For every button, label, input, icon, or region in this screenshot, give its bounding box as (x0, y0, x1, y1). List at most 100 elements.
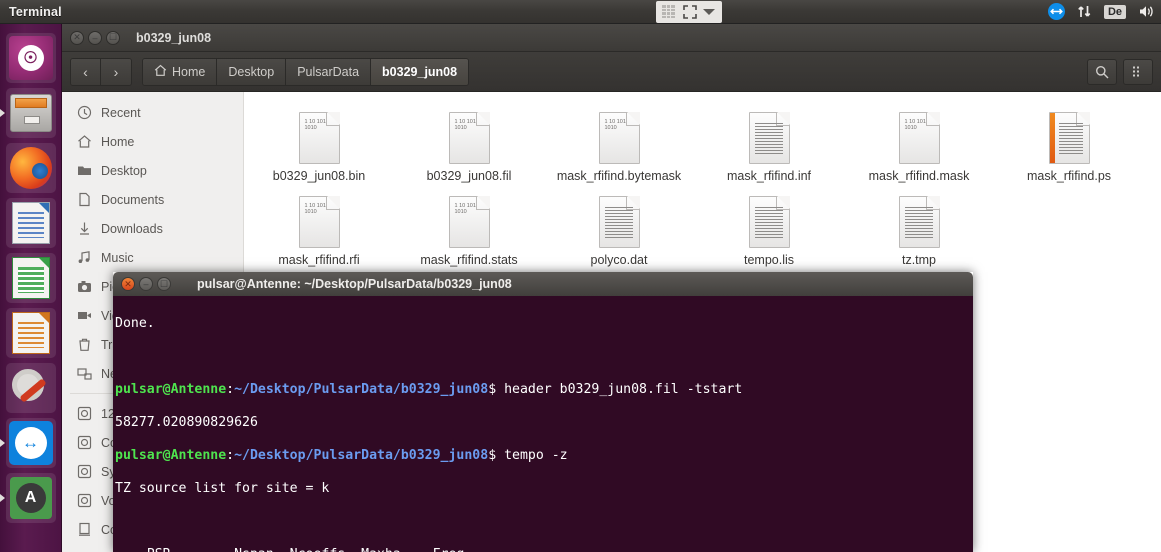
sidebar-item-desktop[interactable]: Desktop (62, 156, 243, 185)
binary-file-icon: 1 10 101 1010 (298, 112, 340, 164)
file-name-label: b0329_jun08.bin (272, 169, 366, 183)
file-item[interactable]: 1 10 101 1010 mask_rfifind.bytemask (544, 102, 694, 186)
video-icon (76, 308, 92, 323)
files-icon (9, 94, 52, 132)
launcher-item-files[interactable] (5, 88, 56, 138)
launcher-item-teamviewer[interactable]: ↔ (5, 418, 56, 468)
window-controls-group[interactable] (655, 0, 722, 23)
terminal-line: 58277.020890829626 (115, 414, 258, 430)
file-item[interactable]: 1 10 101 1010 mask_rfifind.rfi (244, 186, 394, 270)
terminal-line-prompt: pulsar@Antenne:~/Desktop/PulsarData/b032… (115, 381, 743, 397)
breadcrumb-label: Desktop (228, 64, 275, 79)
ubuntu-logo-icon: ☉ (8, 36, 53, 80)
search-icon[interactable] (1087, 58, 1117, 85)
disk-icon (76, 493, 92, 508)
file-item[interactable]: mask_rfifind.ps (994, 102, 1144, 186)
volume-icon[interactable] (1132, 0, 1161, 24)
launcher-item-libreoffice-draw[interactable] (5, 198, 56, 248)
sidebar-item-label: Music (101, 250, 134, 265)
launcher-item-libreoffice-calc[interactable] (5, 253, 56, 303)
close-icon[interactable]: ✕ (121, 277, 135, 291)
sidebar-item-music[interactable]: Music (62, 243, 243, 272)
maximize-icon[interactable]: ☐ (106, 30, 120, 45)
breadcrumb: Home Desktop PulsarData b0329_jun08 (142, 57, 470, 86)
firefox-icon (9, 147, 52, 189)
sidebar-item-documents[interactable]: Documents (62, 185, 243, 214)
home-icon (154, 64, 167, 80)
navigation-buttons: ‹ › (70, 57, 132, 86)
sidebar-item-recent[interactable]: Recent (62, 98, 243, 127)
sidebar-item-label: Downloads (101, 221, 163, 236)
chevron-down-icon[interactable] (702, 8, 715, 15)
breadcrumb-item-home[interactable]: Home (143, 58, 218, 85)
file-name-label: mask_rfifind.rfi (278, 253, 360, 267)
file-item[interactable]: polyco.dat (544, 186, 694, 270)
breadcrumb-item-b0329-jun08[interactable]: b0329_jun08 (371, 58, 469, 85)
file-item[interactable]: tempo.lis (694, 186, 844, 270)
launcher-item-libreoffice-impress[interactable] (5, 308, 56, 358)
screen: Terminal De ☉ ↔ A ✕ – ☐ b0329_jun08 ‹ › … (0, 0, 1161, 552)
close-icon[interactable]: ✕ (70, 30, 84, 45)
file-name-label: polyco.dat (590, 253, 648, 267)
maximize-icon[interactable]: ☐ (157, 277, 171, 291)
file-item[interactable]: 1 10 101 1010 b0329_jun08.bin (244, 102, 394, 186)
breadcrumb-label: PulsarData (297, 64, 360, 79)
back-button[interactable]: ‹ (71, 58, 101, 85)
launcher-item-software-updater[interactable]: A (5, 473, 56, 523)
file-item[interactable]: tz.tmp (844, 186, 994, 270)
software-updater-icon: A (9, 477, 52, 519)
breadcrumb-item-desktop[interactable]: Desktop (217, 58, 287, 85)
launcher-item-ubuntu-dash[interactable]: ☉ (5, 33, 56, 83)
sidebar-item-label: Recent (101, 105, 141, 120)
folder-icon (76, 163, 92, 178)
terminal-output[interactable]: Done. pulsar@Antenne:~/Desktop/PulsarDat… (113, 296, 973, 552)
file-item[interactable]: mask_rfifind.inf (694, 102, 844, 186)
teamviewer-icon[interactable] (1042, 0, 1071, 24)
binary-file-icon: 1 10 101 1010 (448, 196, 490, 248)
minimize-icon[interactable]: – (139, 277, 153, 291)
breadcrumb-label: Home (172, 64, 206, 79)
maximize-icon[interactable] (683, 4, 697, 19)
disk-icon (76, 464, 92, 479)
minimize-icon[interactable]: – (88, 30, 102, 45)
launcher-item-system-settings[interactable] (5, 363, 56, 413)
unity-launcher: ☉ ↔ A (0, 24, 62, 552)
libreoffice-impress-icon (11, 312, 50, 354)
forward-button[interactable]: › (101, 58, 131, 85)
file-name-label: tz.tmp (901, 253, 937, 267)
text-file-icon (598, 196, 640, 248)
terminal-titlebar: ✕ – ☐ pulsar@Antenne: ~/Desktop/PulsarDa… (113, 272, 973, 296)
computer-icon (76, 522, 92, 537)
home-icon (76, 134, 92, 149)
view-options-icon[interactable] (1123, 58, 1153, 85)
binary-file-icon: 1 10 101 1010 (898, 112, 940, 164)
terminal-line: Done. (115, 315, 155, 331)
file-item[interactable]: 1 10 101 1010 mask_rfifind.mask (844, 102, 994, 186)
app-grid-icon[interactable] (661, 5, 675, 18)
file-item[interactable]: 1 10 101 1010 mask_rfifind.stats (394, 186, 544, 270)
panel-indicators: De (655, 0, 1161, 24)
clock-icon (76, 105, 92, 120)
terminal-line-table-header: PSR Nspan Ncoeffs Maxha Freq (115, 547, 973, 552)
sidebar-item-label: Home (101, 134, 135, 149)
teamviewer-icon: ↔ (8, 421, 53, 465)
libreoffice-calc-icon (11, 257, 50, 299)
breadcrumb-label: b0329_jun08 (382, 64, 458, 79)
launcher-item-firefox[interactable] (5, 143, 56, 193)
breadcrumb-item-pulsardata[interactable]: PulsarData (286, 58, 372, 85)
file-manager-toolbar: ‹ › Home Desktop PulsarData b0329_jun08 (62, 52, 1161, 92)
sidebar-item-home[interactable]: Home (62, 127, 243, 156)
sidebar-item-downloads[interactable]: Downloads (62, 214, 243, 243)
file-item[interactable]: 1 10 101 1010 b0329_jun08.fil (394, 102, 544, 186)
binary-file-icon: 1 10 101 1010 (598, 112, 640, 164)
file-name-label: b0329_jun08.fil (426, 169, 512, 183)
text-file-icon (748, 112, 790, 164)
keyboard-layout-indicator[interactable]: De (1098, 0, 1132, 24)
file-name-label: mask_rfifind.mask (868, 169, 970, 183)
music-icon (76, 250, 92, 265)
network-icon[interactable] (1071, 0, 1098, 24)
file-manager-titlebar: ✕ – ☐ b0329_jun08 (62, 24, 1161, 52)
toolbar-right-buttons (1087, 58, 1153, 85)
